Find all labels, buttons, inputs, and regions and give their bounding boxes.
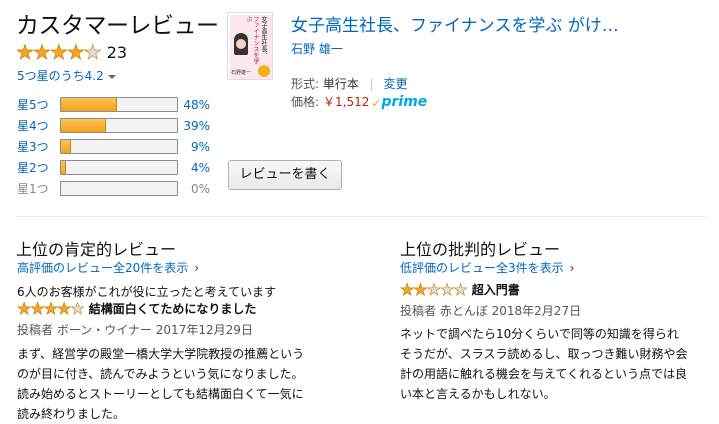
rating-row[interactable]: 星5つ 48%	[17, 94, 210, 115]
review-byline: 投稿者 ボーン・ウイナー 2017年12月29日	[17, 323, 253, 337]
review-body-line: まず、経営学の殿堂一橋大学大学院教授の推薦という	[17, 347, 305, 361]
positive-reviews-heading: 上位の肯定的レビュー	[16, 240, 177, 259]
review-body-line: い本と言えるかもしれない。	[400, 387, 556, 401]
rating-label: 星4つ	[17, 119, 49, 133]
price-row: 価格: ￥1,512 ✓prime	[291, 93, 427, 110]
change-format-link[interactable]: 変更	[384, 77, 408, 91]
review-body-line: 読み始めるとストーリーとしても結構面白くて一気に	[17, 387, 304, 401]
rating-bar	[60, 118, 178, 133]
review-title-link[interactable]: 結構面白くてためになりました	[89, 300, 257, 317]
rating-bar	[60, 160, 178, 175]
star-icon: ★★	[413, 280, 428, 300]
star-icon: ★★	[400, 280, 415, 300]
critical-reviews-heading: 上位の批判的レビュー	[400, 240, 561, 259]
rating-row[interactable]: 星4つ 39%	[17, 115, 210, 136]
positive-reviews-link-text: 高評価のレビュー全20件を表示	[17, 261, 189, 275]
rating-label: 星5つ	[17, 98, 49, 112]
rating-label: 星1つ	[17, 182, 49, 196]
format-label: 形式:	[291, 77, 320, 91]
rating-count: 23	[106, 42, 128, 62]
review-body: まず、経営学の殿堂一橋大学大学院教授の推薦という のが目に付き、読んでみようという…	[17, 344, 357, 424]
star-icon: ★★	[83, 40, 102, 65]
average-rating-dropdown[interactable]: 5つ星のうち4.2	[17, 67, 116, 84]
star-icon: ★★	[66, 40, 86, 65]
prime-badge: ✓prime	[371, 93, 428, 110]
rating-row[interactable]: 星3つ 9%	[17, 136, 210, 157]
star-icon: ★★	[49, 40, 69, 65]
separator	[370, 78, 372, 91]
review-body-line: ネットで調べたら10分くらいで同等の知識を得られ	[400, 327, 679, 341]
star-icon: ★★	[32, 40, 52, 65]
format-row: 形式: 単行本 変更	[291, 75, 408, 92]
cover-badge-icon	[258, 65, 270, 77]
star-icon: ★★	[440, 280, 455, 300]
author-link[interactable]: 石野 雄一	[291, 40, 343, 57]
star-icon: ★★	[70, 299, 85, 319]
chevron-right-icon: ›	[194, 261, 200, 275]
rating-percent: 39%	[183, 118, 210, 133]
cover-face-icon	[236, 39, 246, 49]
star-icon: ★★	[57, 299, 72, 319]
star-icon: ★★	[16, 40, 35, 65]
average-rating-text: 5つ星のうち4.2	[17, 69, 104, 83]
product-title-link[interactable]: 女子高生社長、ファイナンスを学ぶ がけ…	[291, 11, 619, 36]
rating-percent: 4%	[190, 160, 210, 175]
cover-title-text: 女子高生社長、	[260, 16, 267, 58]
rating-bar	[60, 181, 178, 196]
review-body-line: 読み終わりました。	[17, 407, 126, 421]
chevron-right-icon: ›	[569, 261, 575, 275]
write-review-button[interactable]: レビューを書く	[228, 160, 342, 190]
review-stars-icon: ★★★★★★★★★★	[400, 280, 468, 300]
book-cover-image[interactable]: 女子高生社長、 ファイナンスを学ぶ 石野雄一	[227, 12, 273, 80]
critical-reviews-link-text: 低評価のレビュー全3件を表示	[400, 261, 564, 275]
chevron-down-icon	[107, 74, 116, 79]
rating-histogram: 星5つ 48% 星4つ 39% 星3つ 9% 星2つ 4% 星1つ 0%	[17, 94, 210, 199]
overall-rating[interactable]: ★★★★★★★★★★ 23	[16, 40, 128, 65]
helpful-votes: 6人のお客様がこれが役に立ったと考えています	[17, 285, 277, 299]
positive-reviews-link[interactable]: 高評価のレビュー全20件を表示 ›	[17, 259, 199, 276]
rating-bar-fill	[61, 98, 117, 111]
prime-check-icon: ✓	[371, 95, 382, 110]
review-stars-icon: ★★★★★★★★★★	[17, 299, 85, 319]
rating-bar-fill	[61, 119, 107, 132]
page-title: カスタマーレビュー	[16, 13, 219, 39]
price-label: 価格:	[291, 95, 320, 109]
rating-percent: 0%	[190, 181, 210, 196]
review-body: ネットで調べたら10分くらいで同等の知識を得られ そうだが、スラスラ読めるし、取っ…	[400, 324, 710, 404]
star-icon: ★★	[17, 299, 32, 319]
rating-row: 星1つ 0%	[17, 178, 210, 199]
cover-subtitle-text: ファイナンスを学ぶ	[245, 16, 259, 64]
rating-bar-fill	[61, 161, 66, 174]
review-title-link[interactable]: 超入門書	[472, 281, 520, 298]
section-divider	[16, 216, 705, 217]
star-icon: ★★	[30, 299, 45, 319]
rating-bar-fill	[61, 140, 72, 153]
critical-reviews-link[interactable]: 低評価のレビュー全3件を表示 ›	[400, 259, 574, 276]
review-header: ★★★★★★★★★★ 結構面白くてためになりました	[17, 299, 257, 319]
rating-percent: 48%	[183, 97, 210, 112]
rating-bar	[60, 97, 178, 112]
star-icon: ★★	[453, 280, 468, 300]
rating-label: 星3つ	[17, 140, 49, 154]
review-body-line: のが目に付き、読んでみようという気になりました。	[17, 367, 304, 381]
rating-label: 星2つ	[17, 161, 49, 175]
review-byline: 投稿者 赤とんぼ 2018年2月27日	[400, 304, 582, 318]
review-header: ★★★★★★★★★★ 超入門書	[400, 280, 520, 300]
rating-row[interactable]: 星2つ 4%	[17, 157, 210, 178]
price-value: ￥1,512	[323, 95, 370, 109]
review-body-line: そうだが、スラスラ読めるし、取っつき難い財務や会	[400, 347, 688, 361]
cover-author-text: 石野雄一	[231, 70, 252, 76]
review-body-line: 計の用語に触れる機会を与えてくれるという点では良	[400, 367, 688, 381]
star-icon: ★★	[43, 299, 58, 319]
star-icon: ★★	[426, 280, 441, 300]
overall-stars-icon: ★★★★★★★★★★	[16, 40, 102, 65]
rating-bar	[60, 139, 178, 154]
format-value: 単行本	[322, 77, 359, 91]
rating-percent: 9%	[190, 139, 210, 154]
